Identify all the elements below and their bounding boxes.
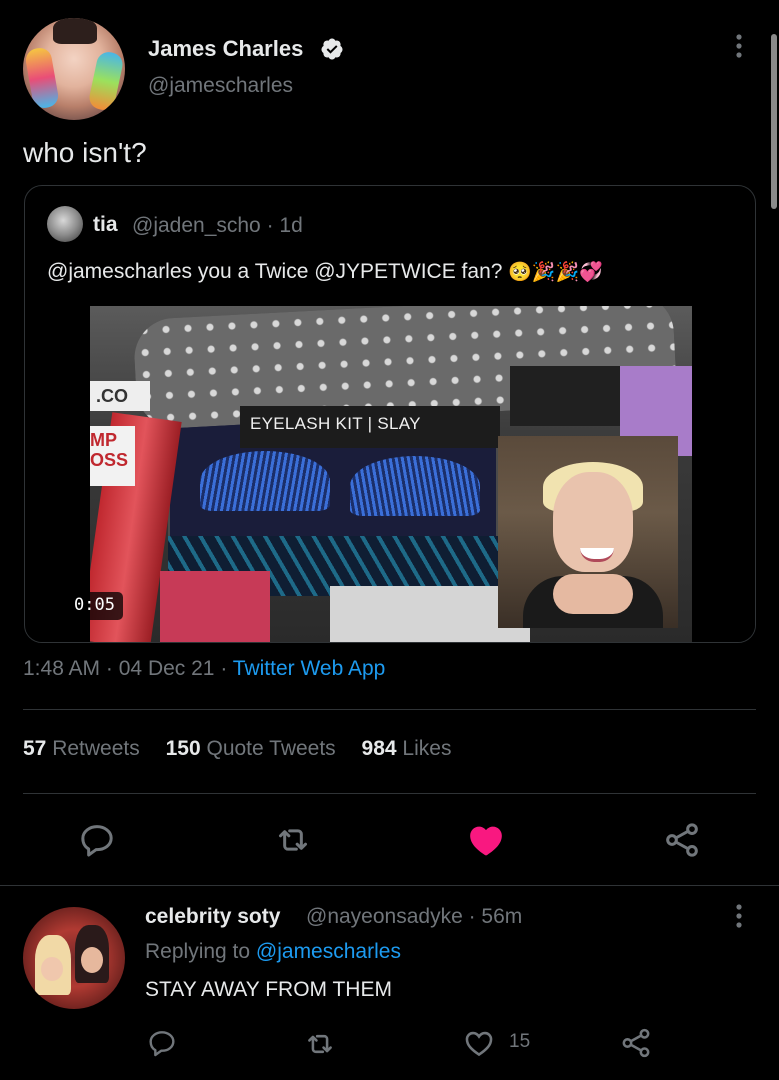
scrollbar[interactable] — [771, 34, 777, 209]
tweet-text: who isn't? — [23, 137, 147, 168]
more-options-icon[interactable] — [728, 32, 750, 60]
reply-share-icon[interactable] — [619, 1026, 653, 1060]
meta-sep-1: · — [105, 657, 113, 680]
author-avatar[interactable] — [23, 18, 125, 120]
video-card-label: MP OSS — [90, 426, 135, 486]
replying-to: Replying to @jamescharles — [145, 940, 401, 964]
video-card-text: MP OSS — [90, 430, 129, 470]
video-player[interactable]: EYELASH KIT | SLAY .CO MP OSS 0:05 — [26, 304, 755, 642]
quote-text-end: fan? — [455, 260, 509, 283]
meta-sep-2: · — [220, 657, 228, 680]
tweet-time[interactable]: 1:48 AM — [23, 657, 100, 680]
quote-text-mid: you a Twice — [192, 260, 315, 283]
author-handle[interactable]: @jamescharles — [148, 74, 293, 98]
reply-author-avatar[interactable] — [23, 907, 125, 1009]
quote-emojis: 🥺🎉🎉💞 — [508, 262, 603, 283]
quote-mention-1[interactable]: @jamescharles — [47, 260, 192, 283]
author-name[interactable]: James Charles — [148, 36, 303, 62]
divider — [0, 885, 779, 886]
replying-to-handle[interactable]: @jamescharles — [256, 940, 401, 963]
reply-like-count: 15 — [509, 1031, 531, 1052]
divider — [23, 793, 756, 794]
video-duration: 0:05 — [66, 592, 123, 620]
quote-handle-text: @jaden_scho — [132, 214, 261, 237]
quote-text: @jamescharles you a Twice @JYPETWICE fan… — [47, 260, 603, 284]
video-pip-overlay — [498, 436, 678, 628]
reply-author-handle[interactable]: @nayeonsadyke · 56m — [306, 905, 522, 929]
likes-label: Likes — [402, 737, 452, 760]
tweet-date[interactable]: 04 Dec 21 — [119, 657, 215, 680]
quotes-count: 150 — [165, 737, 201, 760]
reply-author-name[interactable]: celebrity soty — [145, 905, 280, 929]
tweet-source[interactable]: Twitter Web App — [233, 657, 386, 680]
tweet-meta: 1:48 AM · 04 Dec 21 · Twitter Web App — [23, 657, 385, 681]
share-icon[interactable] — [662, 820, 702, 860]
reply-retweet-icon[interactable] — [303, 1027, 337, 1061]
quote-mention-2[interactable]: @JYPETWICE — [314, 260, 456, 283]
quote-author-avatar[interactable] — [47, 206, 83, 242]
divider — [23, 709, 756, 710]
video-box-label: EYELASH KIT | SLAY — [250, 414, 421, 433]
replying-prefix: Replying to — [145, 940, 256, 963]
quotes-stat[interactable]: 150 Quote Tweets — [166, 737, 336, 760]
heart-icon[interactable] — [466, 820, 506, 860]
reply-heart-icon[interactable] — [462, 1026, 496, 1060]
retweets-label: Retweets — [52, 737, 140, 760]
quote-author-name[interactable]: tia — [93, 213, 118, 237]
likes-stat[interactable]: 984 Likes — [362, 737, 452, 760]
retweets-stat[interactable]: 57 Retweets — [23, 737, 140, 760]
reply-age: · 56m — [468, 905, 523, 928]
reply-icon[interactable] — [77, 820, 117, 860]
quotes-label: Quote Tweets — [206, 737, 336, 760]
video-co-label: .CO — [90, 381, 150, 411]
tweet-stats: 57 Retweets 150 Quote Tweets 984 Likes — [23, 737, 451, 761]
reply-more-options-icon[interactable] — [728, 902, 750, 930]
quote-author-handle[interactable]: @jaden_scho · 1d — [132, 214, 303, 238]
reply-reply-icon[interactable] — [146, 1027, 178, 1059]
retweets-count: 57 — [23, 737, 47, 760]
retweet-icon[interactable] — [273, 820, 313, 860]
quoted-tweet[interactable]: tia @jaden_scho · 1d @jamescharles you a… — [24, 185, 756, 643]
verified-badge-icon — [321, 38, 343, 60]
reply-text: STAY AWAY FROM THEM — [145, 978, 392, 1001]
reply-handle-text: @nayeonsadyke — [306, 905, 463, 928]
likes-count: 984 — [361, 737, 397, 760]
quote-age: · 1d — [266, 214, 303, 237]
video-frame[interactable]: EYELASH KIT | SLAY .CO MP OSS — [90, 306, 692, 642]
